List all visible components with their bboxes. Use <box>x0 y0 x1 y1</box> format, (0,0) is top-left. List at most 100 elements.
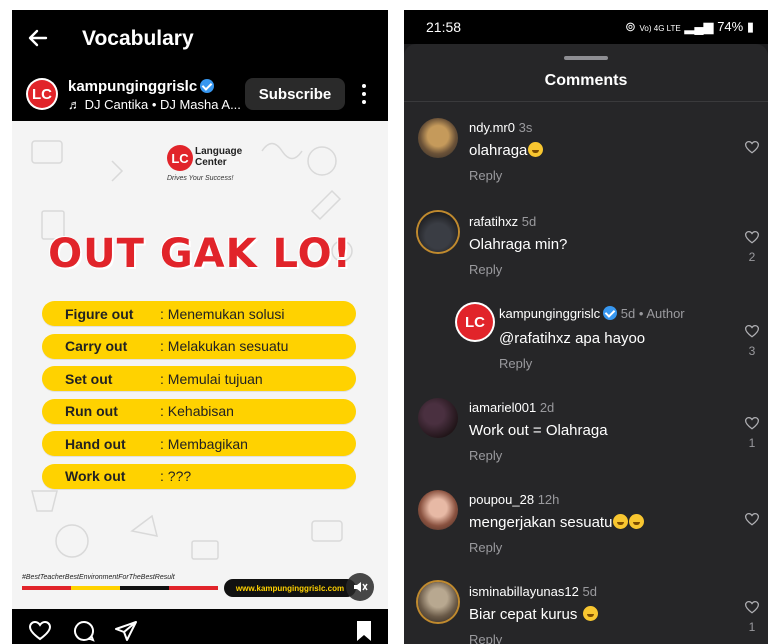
vocab-definition: : ??? <box>160 468 192 484</box>
vocab-term: Carry out <box>65 338 128 354</box>
laughing-emoji-icon <box>629 514 645 529</box>
divider <box>404 101 768 102</box>
account-name-text: kampunginggrislc <box>68 78 198 95</box>
save-bookmark-icon[interactable] <box>352 619 376 643</box>
comment-text-body: mengerjakan sesuatu <box>469 514 613 531</box>
comment-username[interactable]: poupou_28 12h <box>469 492 559 507</box>
comment-username-text: ndy.mr0 <box>469 120 515 135</box>
comment-age: 5d <box>521 214 537 229</box>
comment-text: @rafatihxz apa hayoo <box>499 330 646 347</box>
comment-username-text: rafatihxz <box>469 214 519 229</box>
reply-button[interactable]: Reply <box>469 540 502 555</box>
comments-title: Comments <box>544 72 628 89</box>
avatar[interactable] <box>418 490 458 530</box>
music-track[interactable]: ♬ DJ Cantika • DJ Masha A... <box>68 97 241 112</box>
mute-button[interactable] <box>346 573 374 601</box>
poster-website: www.kampunginggrislc.com <box>224 579 356 597</box>
poster-hashtag: #BestTeacherBestEnvironmentForTheBestRes… <box>22 574 175 581</box>
like-heart-icon[interactable] <box>744 600 760 614</box>
comment-text-body: Biar cepat kurus <box>469 606 578 623</box>
status-bar: 21:58 ⊚ Vo) 4G LTE ▂▄▆ 74% ▮ <box>404 10 768 44</box>
brand-name-line1: Language <box>195 146 243 157</box>
comment-username[interactable]: isminabillayunas12 5d <box>469 584 597 599</box>
reply-button[interactable]: Reply <box>469 168 502 183</box>
like-count: 1 <box>748 620 756 634</box>
vocab-term: Set out <box>65 370 113 387</box>
comment-age: 5d <box>620 306 636 321</box>
comment-username-text: isminabillayunas12 <box>469 584 579 599</box>
comment-username[interactable]: ndy.mr0 3s <box>469 120 532 135</box>
comment-age: 2d <box>539 400 555 415</box>
comment-username[interactable]: kampunginggrislc 5d • Author <box>499 306 685 321</box>
account-avatar[interactable]: LC <box>26 78 58 110</box>
like-count: 3 <box>748 344 756 358</box>
comment-username[interactable]: rafatihxz 5d <box>469 214 536 229</box>
reply-button[interactable]: Reply <box>499 356 532 371</box>
comment-username-text: poupou_28 <box>469 492 535 507</box>
vocab-row: Set out: Memulai tujuan <box>42 366 356 391</box>
like-heart-icon[interactable] <box>744 324 760 338</box>
comment-age: 3s <box>518 120 533 135</box>
account-name[interactable]: kampunginggrislc <box>68 78 215 95</box>
signal-icon: ▂▄▆ <box>684 19 714 34</box>
like-count: 1 <box>748 436 756 450</box>
reply-button[interactable]: Reply <box>469 262 502 277</box>
author-label: • Author <box>638 306 685 321</box>
vocab-term: Figure out <box>65 305 134 322</box>
comment-text: olahraga <box>469 142 544 159</box>
comment-icon[interactable] <box>72 619 96 643</box>
comments-screen: 21:58 ⊚ Vo) 4G LTE ▂▄▆ 74% ▮ Comments nd… <box>404 10 768 644</box>
vocab-row: Hand out: Membagikan <box>42 431 356 456</box>
heart-icon[interactable] <box>28 619 52 643</box>
status-icons: ⊚ Vo) 4G LTE ▂▄▆ 74% ▮ <box>625 19 754 35</box>
lc-brand-icon: LC <box>167 145 193 171</box>
like-heart-icon[interactable] <box>744 140 760 154</box>
avatar[interactable] <box>418 398 458 438</box>
more-options-icon[interactable] <box>360 82 368 106</box>
post-image[interactable]: LC Language Center Drives Your Success! O… <box>12 121 388 609</box>
reply-button[interactable]: Reply <box>469 632 502 644</box>
vocab-definition: : Kehabisan <box>160 403 234 419</box>
grimace-emoji-icon <box>582 606 598 621</box>
hotspot-icon: ⊚ <box>624 19 636 34</box>
like-heart-icon[interactable] <box>744 230 760 244</box>
network-label: Vo) 4G LTE <box>639 24 681 33</box>
comment-text: Olahraga min? <box>469 236 568 253</box>
avatar[interactable] <box>418 582 458 622</box>
comment-age: 5d <box>582 584 597 599</box>
vocab-term: Hand out <box>65 435 126 452</box>
back-arrow-icon[interactable] <box>26 26 50 50</box>
battery-level: 74% <box>717 19 744 34</box>
lc-logo: LC <box>28 80 56 108</box>
post-actions <box>12 613 388 644</box>
reply-button[interactable]: Reply <box>469 448 502 463</box>
verified-badge-icon <box>200 79 215 93</box>
comment-text: Work out = Olahraga <box>469 422 608 439</box>
post-header: Vocabulary <box>12 10 388 68</box>
avatar[interactable] <box>418 212 458 252</box>
laughing-emoji-icon <box>613 514 629 529</box>
vocab-definition: : Menemukan solusi <box>160 305 285 322</box>
comment-username-text: kampunginggrislc <box>499 306 601 321</box>
brand-logo: LC Language Center Drives Your Success! <box>167 145 247 185</box>
poster-headline: OUT GAK LO! <box>48 231 352 277</box>
vocab-term: Run out <box>65 403 118 419</box>
author-avatar[interactable]: LC <box>457 304 493 340</box>
music-note-icon: ♬ <box>68 97 85 112</box>
like-heart-icon[interactable] <box>744 416 760 430</box>
like-count: 2 <box>748 250 756 264</box>
brand-name: Language Center <box>195 146 242 168</box>
subscribe-button[interactable]: Subscribe <box>245 78 345 110</box>
vocab-row: Figure out : Menemukan solusi <box>42 301 356 326</box>
share-icon[interactable] <box>114 619 138 643</box>
avatar[interactable] <box>418 118 458 158</box>
comment-username[interactable]: iamariel001 2d <box>469 400 554 415</box>
drag-handle[interactable] <box>564 56 608 60</box>
music-track-text: DJ Cantika • DJ Masha A... <box>84 97 241 112</box>
like-heart-icon[interactable] <box>744 512 760 526</box>
battery-icon: ▮ <box>746 19 754 34</box>
praying-hands-emoji-icon <box>528 142 544 157</box>
comment-text: Biar cepat kurus <box>469 606 598 623</box>
comment-text-body: olahraga <box>469 142 528 159</box>
mute-icon <box>354 582 368 592</box>
